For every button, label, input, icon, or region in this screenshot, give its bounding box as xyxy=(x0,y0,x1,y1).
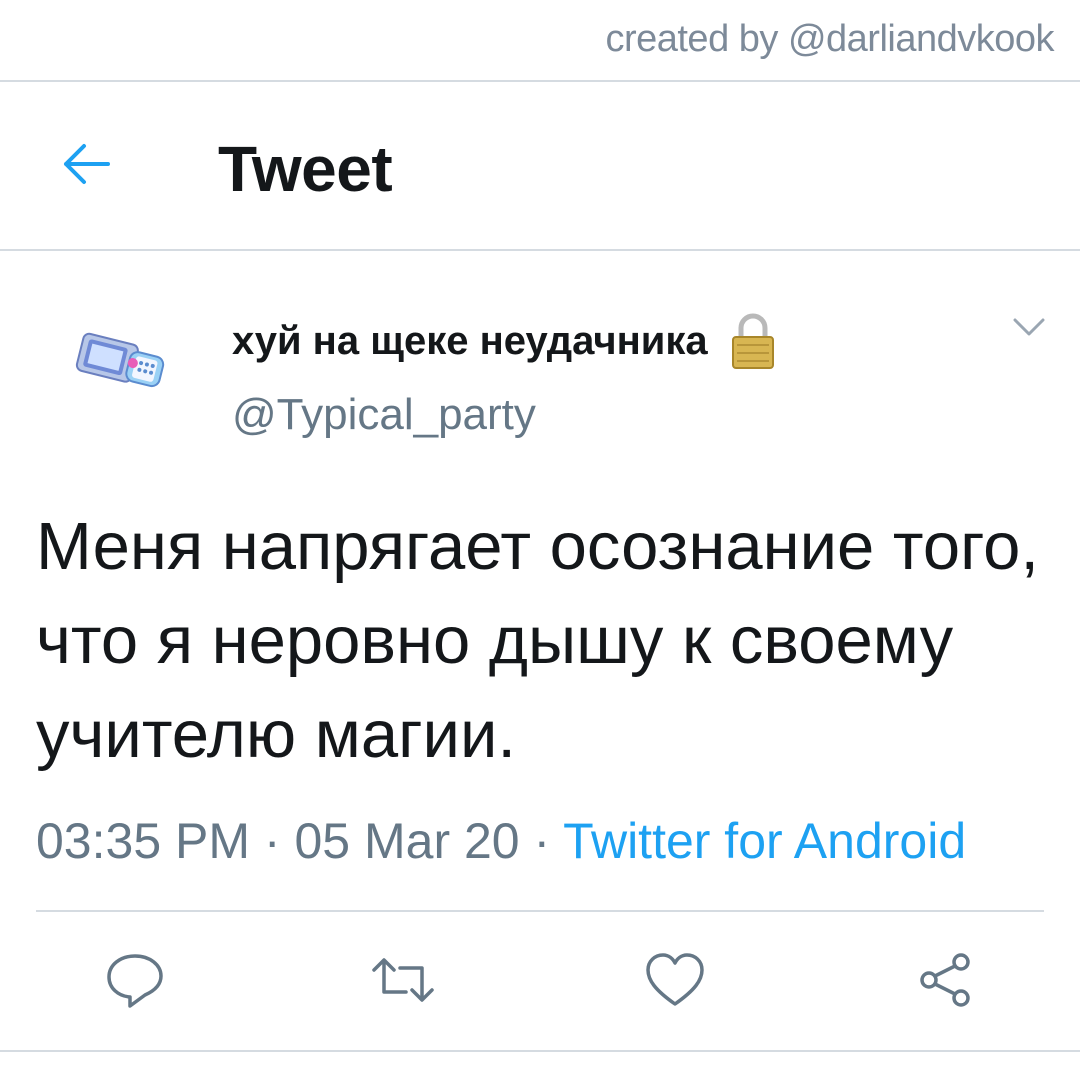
tweet-actions xyxy=(0,940,1080,1020)
retweet-button[interactable] xyxy=(368,940,438,1020)
back-button[interactable] xyxy=(56,134,116,194)
arrow-left-icon xyxy=(64,144,110,184)
retweet-icon xyxy=(372,958,434,1002)
tweet-date: 05 Mar 20 xyxy=(294,813,520,869)
author-name: хуй на щеке неудачника xyxy=(232,318,708,363)
heart-icon xyxy=(646,953,704,1006)
watermark-text: created by @darliandvkook xyxy=(605,18,1054,60)
reply-button[interactable] xyxy=(100,940,170,1020)
header-divider xyxy=(0,249,1080,251)
meta-separator: · xyxy=(533,813,551,869)
top-header: Tweet xyxy=(0,82,1080,250)
meta-separator: · xyxy=(263,813,281,869)
tweet-meta: 03:35 PM · 05 Mar 20 · Twitter for Andro… xyxy=(36,812,966,870)
author-handle[interactable]: @Typical_party xyxy=(232,390,536,440)
like-button[interactable] xyxy=(640,940,710,1020)
lock-icon xyxy=(731,313,774,369)
author-name-row[interactable]: хуй на щеке неудачника xyxy=(232,312,778,370)
more-options-button[interactable] xyxy=(1010,312,1048,342)
tweet-source-link[interactable]: Twitter for Android xyxy=(563,813,966,869)
reply-icon xyxy=(107,954,163,1008)
actions-divider xyxy=(36,910,1044,912)
bottom-divider xyxy=(0,1050,1080,1052)
flip-phone-avatar-icon xyxy=(75,332,165,388)
chevron-down-icon xyxy=(1013,318,1045,336)
page-title: Tweet xyxy=(218,133,393,205)
share-icon xyxy=(920,953,970,1007)
tweet-text: Меня напрягает осознание того, что я нер… xyxy=(36,509,1039,772)
tweet-time: 03:35 PM xyxy=(36,813,251,869)
share-button[interactable] xyxy=(910,940,980,1020)
avatar[interactable] xyxy=(70,330,170,400)
